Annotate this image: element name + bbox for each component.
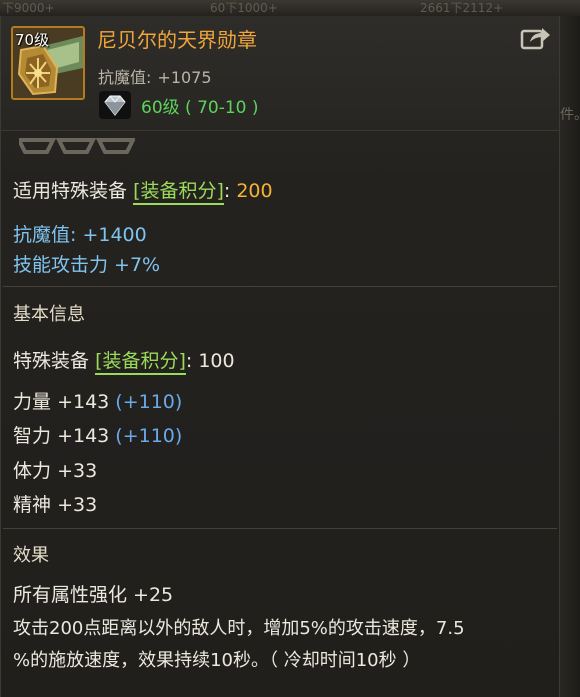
stat-name: 智力	[13, 425, 52, 447]
background-window-strip: 下9000+ 60下1000+ 2661下2112+	[0, 0, 580, 16]
background-text: 下9000+	[2, 1, 55, 15]
bonus-magic-resist: 抗魔值: +1400	[13, 224, 147, 246]
stat-value: +33	[57, 494, 98, 516]
item-icon-frame[interactable]: 70级	[11, 26, 85, 100]
bonus-skill-attack: 技能攻击力 +7%	[13, 254, 161, 276]
stat-bonus: (+110)	[115, 425, 183, 447]
background-text: 件。	[560, 107, 580, 123]
stat-bonus: (+110)	[115, 391, 183, 413]
gem-range: ( 70-10 )	[185, 98, 259, 118]
basic-special-colon: :	[185, 350, 193, 372]
stat-value: +143	[57, 391, 110, 413]
section-divider	[3, 528, 557, 529]
stat-name: 力量	[13, 391, 52, 413]
item-level-tag: 70级	[15, 31, 50, 49]
equip-points-tag: [装备积分]	[133, 180, 224, 205]
header-magic-resist: 抗魔值: +1075	[98, 64, 212, 88]
background-text: 2661下2112+	[420, 1, 504, 15]
stat-intelligence: 智力 +143 (+110)	[13, 421, 182, 448]
stat-value: +33	[57, 460, 98, 482]
effect-line: %的施放速度，效果持续10秒。（ 冷却时间10秒 ）	[13, 650, 421, 671]
magic-resist-label: 抗魔值:	[98, 68, 152, 87]
item-name: 尼贝尔的天界勋章	[97, 28, 257, 52]
stat-spirit: 精神 +33	[13, 490, 97, 517]
decorative-ornament	[19, 138, 135, 154]
stat-value: +143	[57, 425, 110, 447]
magic-resist-value: +1075	[157, 68, 212, 87]
equip-points-tag: [装备积分]	[95, 350, 186, 375]
basic-special-value: 100	[198, 350, 235, 372]
special-equip-line: 适用特殊装备 [装备积分]: 200	[13, 176, 273, 205]
tooltip-header: 70级 尼贝尔的天界勋章 抗魔值: +1075 60级 ( 70-10 )	[1, 16, 559, 131]
stat-vitality: 体力 +33	[13, 456, 97, 483]
special-equip-colon: :	[223, 180, 231, 202]
basic-info-title: 基本信息	[13, 304, 85, 325]
stat-name: 体力	[13, 460, 52, 482]
special-equip-value: 200	[236, 180, 273, 202]
gem-level-line: 60级 ( 70-10 )	[141, 93, 259, 118]
background-text: 60下1000+	[210, 1, 278, 15]
item-tooltip: 70级 尼贝尔的天界勋章 抗魔值: +1075 60级 ( 70-10 ) 适用特…	[0, 16, 560, 697]
background-window-edge: 件。	[558, 16, 580, 697]
gem-level: 60级	[141, 98, 180, 118]
special-equip-label: 适用特殊装备	[13, 180, 128, 202]
basic-special-equip-line: 特殊装备 [装备积分]: 100	[13, 346, 235, 375]
section-divider	[3, 286, 557, 287]
stat-strength: 力量 +143 (+110)	[13, 387, 182, 414]
effect-line: 所有属性强化 +25	[13, 584, 174, 606]
effect-line: 攻击200点距离以外的敌人时，增加5%的攻击速度，7.5	[13, 618, 465, 639]
share-icon[interactable]	[519, 24, 551, 52]
basic-special-label: 特殊装备	[13, 350, 90, 372]
effect-title: 效果	[13, 545, 49, 566]
diamond-gem-icon	[99, 91, 131, 119]
stat-name: 精神	[13, 494, 52, 516]
